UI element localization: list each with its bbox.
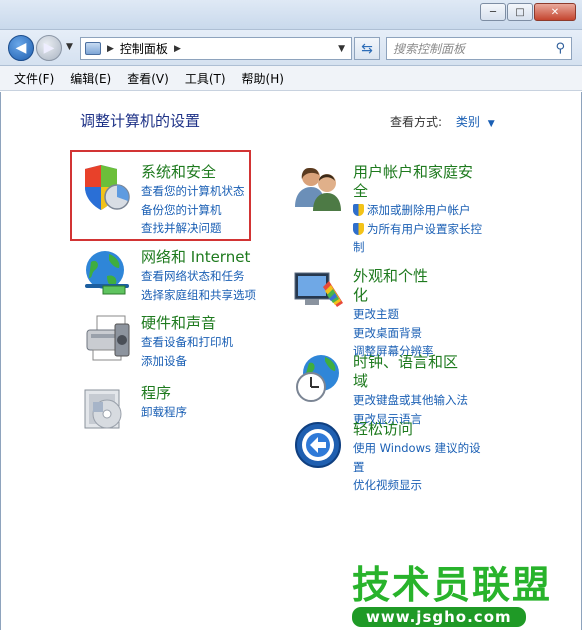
- category-title[interactable]: 网络和 Internet: [141, 248, 256, 267]
- category-title-line2[interactable]: 全: [353, 182, 482, 201]
- category-title[interactable]: 时钟、语言和区域: [353, 353, 468, 391]
- close-button[interactable]: ✕: [534, 3, 576, 21]
- search-input[interactable]: [393, 41, 553, 56]
- category-title[interactable]: 外观和个性化: [353, 267, 434, 305]
- link-parental-controls[interactable]: 为所有用户设置家长控: [353, 220, 482, 239]
- link-change-input-method[interactable]: 更改键盘或其他输入法: [353, 391, 468, 410]
- appearance-icon: [294, 272, 343, 307]
- category-title[interactable]: 系统和安全: [141, 163, 245, 182]
- link-add-device[interactable]: 添加设备: [141, 352, 233, 371]
- uac-shield-icon: [353, 222, 364, 235]
- users-icon: [295, 168, 341, 211]
- link-network-status[interactable]: 查看网络状态和任务: [141, 267, 256, 286]
- menu-help[interactable]: 帮助(H): [234, 68, 292, 89]
- network-globe-icon: [85, 251, 129, 295]
- link-optimize-display[interactable]: 优化视频显示: [353, 476, 481, 495]
- menu-file[interactable]: 文件(F): [6, 68, 62, 89]
- link-backup-computer[interactable]: 备份您的计算机: [141, 201, 245, 220]
- watermark: 技术员联盟 www.jsgho.com: [352, 565, 552, 627]
- link-uninstall-program[interactable]: 卸载程序: [141, 403, 187, 422]
- view-by-control: 查看方式: 类别 ▼: [390, 113, 495, 130]
- link-homegroup-sharing[interactable]: 选择家庭组和共享选项: [141, 286, 256, 305]
- minimize-button[interactable]: ─: [480, 3, 506, 21]
- refresh-button[interactable]: ⇆: [354, 37, 380, 60]
- category-title-line1[interactable]: 用户帐户和家庭安: [353, 163, 482, 182]
- view-by-label: 查看方式:: [390, 115, 443, 129]
- forward-button[interactable]: ▶: [36, 35, 62, 61]
- category-title[interactable]: 硬件和声音: [141, 314, 233, 333]
- watermark-url: www.jsgho.com: [352, 607, 526, 627]
- control-panel-icon: [85, 42, 101, 55]
- address-bar[interactable]: ▶ 控制面板 ▶ ▼: [80, 37, 352, 60]
- link-change-theme[interactable]: 更改主题: [353, 305, 434, 324]
- menu-bar: 文件(F) 编辑(E) 查看(V) 工具(T) 帮助(H): [0, 66, 582, 91]
- breadcrumb-arrow-icon[interactable]: ▶: [174, 44, 181, 54]
- menu-view[interactable]: 查看(V): [119, 68, 177, 89]
- link-add-remove-accounts[interactable]: 添加或删除用户帐户: [353, 201, 482, 220]
- breadcrumb-arrow-icon[interactable]: ▶: [107, 44, 114, 54]
- link-devices-printers[interactable]: 查看设备和打印机: [141, 333, 233, 352]
- back-button[interactable]: ◀: [8, 35, 34, 61]
- navigation-bar: ◀ ▶ ▼ ▶ 控制面板 ▶ ▼ ⇆ ⚲: [0, 30, 582, 66]
- printer-icon: [86, 315, 130, 361]
- watermark-text: 技术员联盟: [352, 563, 553, 607]
- link-troubleshoot[interactable]: 查找并解决问题: [141, 219, 245, 238]
- maximize-button[interactable]: □: [507, 3, 533, 21]
- category-title[interactable]: 轻松访问: [353, 420, 481, 439]
- clock-globe-icon: [296, 355, 339, 402]
- menu-tools[interactable]: 工具(T): [177, 68, 234, 89]
- link-windows-recommendations[interactable]: 使用 Windows 建议的设: [353, 439, 481, 458]
- refresh-icon: ⇆: [361, 40, 373, 57]
- link-windows-recommendations-cont[interactable]: 置: [353, 458, 481, 477]
- address-dropdown-icon[interactable]: ▼: [338, 44, 345, 54]
- shield-chart-icon: [85, 165, 130, 210]
- title-bar: ─ □ ✕: [0, 0, 582, 30]
- window-controls: ─ □ ✕: [480, 3, 576, 21]
- link-view-computer-status[interactable]: 查看您的计算机状态: [141, 182, 245, 201]
- uac-shield-icon: [353, 204, 364, 216]
- search-icon[interactable]: ⚲: [555, 41, 565, 56]
- control-panel-content: 调整计算机的设置 查看方式: 类别 ▼ 系统和安全 查看您的计算机状态 备份您的…: [0, 92, 582, 630]
- page-title: 调整计算机的设置: [80, 112, 201, 130]
- view-by-dropdown[interactable]: 类别: [456, 115, 480, 129]
- category-title[interactable]: 程序: [141, 384, 187, 403]
- link-desktop-background[interactable]: 更改桌面背景: [353, 324, 434, 343]
- breadcrumb-control-panel[interactable]: 控制面板: [120, 40, 168, 57]
- ease-of-access-icon: [295, 422, 341, 468]
- programs-disc-icon: [84, 389, 122, 429]
- link-parental-controls-cont[interactable]: 制: [353, 238, 482, 257]
- chevron-down-icon[interactable]: ▼: [488, 119, 495, 129]
- menu-edit[interactable]: 编辑(E): [62, 68, 119, 89]
- search-box[interactable]: ⚲: [386, 37, 572, 60]
- recent-pages-dropdown-icon[interactable]: ▼: [66, 42, 73, 52]
